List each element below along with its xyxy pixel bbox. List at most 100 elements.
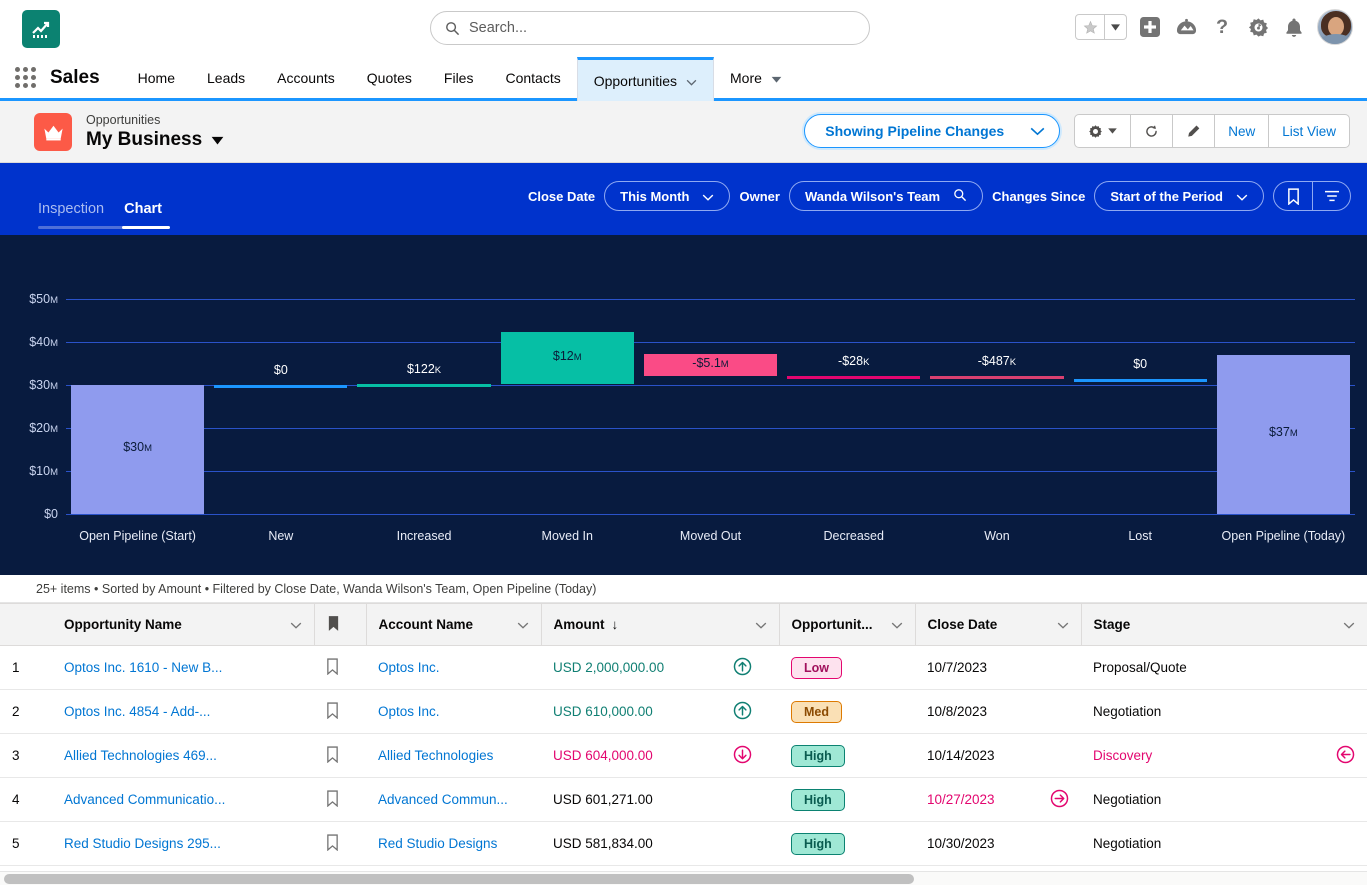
cell-bookmark[interactable]	[314, 733, 366, 778]
cell-opportunity-name[interactable]: Advanced Communicatio...	[52, 777, 314, 822]
new-button-label: New	[1228, 123, 1256, 139]
cell-opportunity-name[interactable]: Allied Technologies 469...	[52, 733, 314, 778]
chevron-down-icon[interactable]	[686, 73, 697, 89]
bookmark-icon[interactable]	[326, 657, 339, 678]
chart-bar[interactable]	[787, 376, 921, 380]
chevron-down-icon[interactable]	[1343, 617, 1355, 632]
filter-list-icon[interactable]	[1312, 182, 1350, 210]
chart-bar[interactable]	[1073, 378, 1207, 382]
nav-item-accounts[interactable]: Accounts	[261, 57, 351, 98]
horizontal-scrollbar[interactable]	[0, 871, 1367, 885]
cell-account-name[interactable]: Allied Technologies	[366, 733, 541, 778]
caret-down-icon[interactable]	[211, 128, 224, 152]
chevron-down-icon[interactable]	[891, 617, 903, 632]
cell-account-name[interactable]: Red Studio Designs	[366, 821, 541, 866]
chart-bar[interactable]	[214, 384, 348, 388]
table-row[interactable]: 1 Optos Inc. 1610 - New B... Optos Inc. USD…	[0, 645, 1367, 690]
nav-item-label: Quotes	[366, 69, 412, 86]
list-view-controls-button[interactable]	[1075, 115, 1130, 147]
bookmark-icon[interactable]	[326, 701, 339, 722]
app-logo-icon[interactable]	[22, 9, 60, 48]
column-header-opportunity-score[interactable]: Opportunit...	[779, 603, 916, 646]
table-row[interactable]: 2 Optos Inc. 4854 - Add-... Optos Inc. USD …	[0, 689, 1367, 734]
opportunity-name-link[interactable]: Red Studio Designs 295...	[64, 836, 221, 851]
owner-filter[interactable]: Wanda Wilson's Team	[788, 181, 984, 211]
star-icon[interactable]	[1076, 15, 1104, 39]
list-view-button[interactable]: List View	[1268, 115, 1349, 147]
help-icon[interactable]: ?	[1209, 14, 1235, 40]
chevron-down-icon[interactable]	[1057, 617, 1069, 632]
account-name-link[interactable]: Optos Inc.	[378, 660, 440, 675]
opportunity-name-link[interactable]: Optos Inc. 4854 - Add-...	[64, 704, 210, 719]
global-create-icon[interactable]	[1137, 14, 1163, 40]
bookmark-icon[interactable]	[326, 789, 339, 810]
bookmark-icon[interactable]	[326, 833, 339, 854]
close-date-filter[interactable]: This Month	[604, 181, 731, 211]
arrow-right-circle-icon	[1050, 789, 1069, 811]
column-header-trend[interactable]	[721, 603, 780, 646]
cell-opportunity-name[interactable]: Optos Inc. 1610 - New B...	[52, 645, 314, 690]
cell-bookmark[interactable]	[314, 821, 366, 866]
account-name-link[interactable]: Red Studio Designs	[378, 836, 497, 851]
cell-account-name[interactable]: Advanced Commun...	[366, 777, 541, 822]
chevron-down-icon[interactable]	[290, 617, 302, 632]
scrollbar-thumb[interactable]	[4, 874, 914, 884]
user-avatar[interactable]	[1317, 9, 1353, 45]
chart-bar[interactable]	[930, 376, 1064, 380]
changes-since-filter[interactable]: Start of the Period	[1094, 181, 1264, 211]
account-name-link[interactable]: Advanced Commun...	[378, 792, 508, 807]
list-view-selector[interactable]: My Business	[86, 128, 224, 152]
refresh-button[interactable]	[1130, 115, 1172, 147]
opportunity-name-link[interactable]: Advanced Communicatio...	[64, 792, 225, 807]
bookmark-icon[interactable]	[326, 745, 339, 766]
nav-item-label: Accounts	[277, 69, 335, 86]
column-header-account-name[interactable]: Account Name	[366, 603, 542, 646]
account-name-link[interactable]: Allied Technologies	[378, 748, 493, 763]
pipeline-waterfall-chart[interactable]: $0 $10M $20M $30M $40M $50M $30M Open Pipeline …	[0, 235, 1367, 575]
chevron-down-icon[interactable]	[1104, 15, 1126, 39]
table-row[interactable]: 3 Allied Technologies 469... Allied Techno…	[0, 733, 1367, 778]
column-header-stage[interactable]: Stage	[1081, 603, 1367, 646]
notifications-bell-icon[interactable]	[1281, 14, 1307, 40]
column-header-opportunity-name[interactable]: Opportunity Name	[52, 603, 315, 646]
table-row[interactable]: 4 Advanced Communicatio... Advanced Commun…	[0, 777, 1367, 822]
opportunity-name-link[interactable]: Allied Technologies 469...	[64, 748, 217, 763]
tab-inspection[interactable]: Inspection	[38, 201, 114, 227]
showing-pipeline-changes-select[interactable]: Showing Pipeline Changes	[804, 114, 1061, 148]
cell-bookmark[interactable]	[314, 689, 366, 734]
nav-item-leads[interactable]: Leads	[191, 57, 261, 98]
opportunity-name-link[interactable]: Optos Inc. 1610 - New B...	[64, 660, 222, 675]
edit-button[interactable]	[1172, 115, 1214, 147]
app-launcher-icon[interactable]	[0, 57, 50, 98]
refresh-icon	[1146, 124, 1157, 137]
new-button[interactable]: New	[1214, 115, 1268, 147]
search-input[interactable]	[469, 20, 851, 36]
favorites-group[interactable]	[1075, 14, 1127, 40]
bookmark-icon[interactable]	[1274, 182, 1312, 210]
global-search[interactable]	[430, 11, 870, 45]
nav-item-files[interactable]: Files	[428, 57, 490, 98]
nav-item-quotes[interactable]: Quotes	[351, 57, 428, 98]
einstein-icon[interactable]	[1173, 14, 1199, 40]
cell-bookmark[interactable]	[314, 777, 366, 822]
cell-bookmark[interactable]	[314, 645, 366, 690]
cell-opportunity-name[interactable]: Optos Inc. 4854 - Add-...	[52, 689, 314, 734]
nav-item-opportunities[interactable]: Opportunities	[576, 57, 714, 101]
chart-bar[interactable]	[357, 384, 491, 388]
chevron-down-icon[interactable]	[517, 617, 529, 632]
table-row[interactable]: 5 Red Studio Designs 295... Red Studio Des…	[0, 821, 1367, 866]
cell-opportunity-name[interactable]: Red Studio Designs 295...	[52, 821, 314, 866]
column-header-amount[interactable]: Amount ↓	[541, 603, 721, 646]
setup-gear-icon[interactable]	[1245, 14, 1271, 40]
cell-account-name[interactable]: Optos Inc.	[366, 645, 541, 690]
nav-item-more[interactable]: More	[714, 57, 798, 98]
tab-chart[interactable]: Chart	[114, 201, 172, 227]
column-header-bookmark[interactable]	[314, 603, 367, 646]
cell-account-name[interactable]: Optos Inc.	[366, 689, 541, 734]
chevron-down-icon[interactable]	[755, 617, 767, 632]
column-header-close-date[interactable]: Close Date	[915, 603, 1082, 646]
nav-item-contacts[interactable]: Contacts	[489, 57, 576, 98]
caret-down-icon[interactable]	[771, 70, 782, 86]
account-name-link[interactable]: Optos Inc.	[378, 704, 440, 719]
nav-item-home[interactable]: Home	[122, 57, 191, 98]
